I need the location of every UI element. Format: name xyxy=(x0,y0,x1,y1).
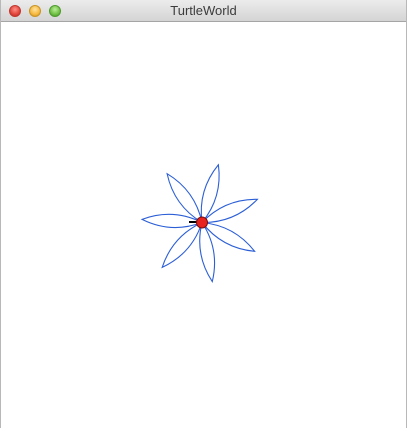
turtleworld-window: TurtleWorld xyxy=(0,0,407,428)
petal-3 xyxy=(200,163,220,223)
petal-7 xyxy=(161,222,203,269)
title-bar[interactable]: TurtleWorld xyxy=(1,0,406,22)
petal-2 xyxy=(166,172,203,223)
turtle-canvas xyxy=(140,163,259,283)
window-title: TurtleWorld xyxy=(170,3,237,18)
turtle-body-icon xyxy=(196,216,208,229)
petal-6 xyxy=(199,222,216,283)
